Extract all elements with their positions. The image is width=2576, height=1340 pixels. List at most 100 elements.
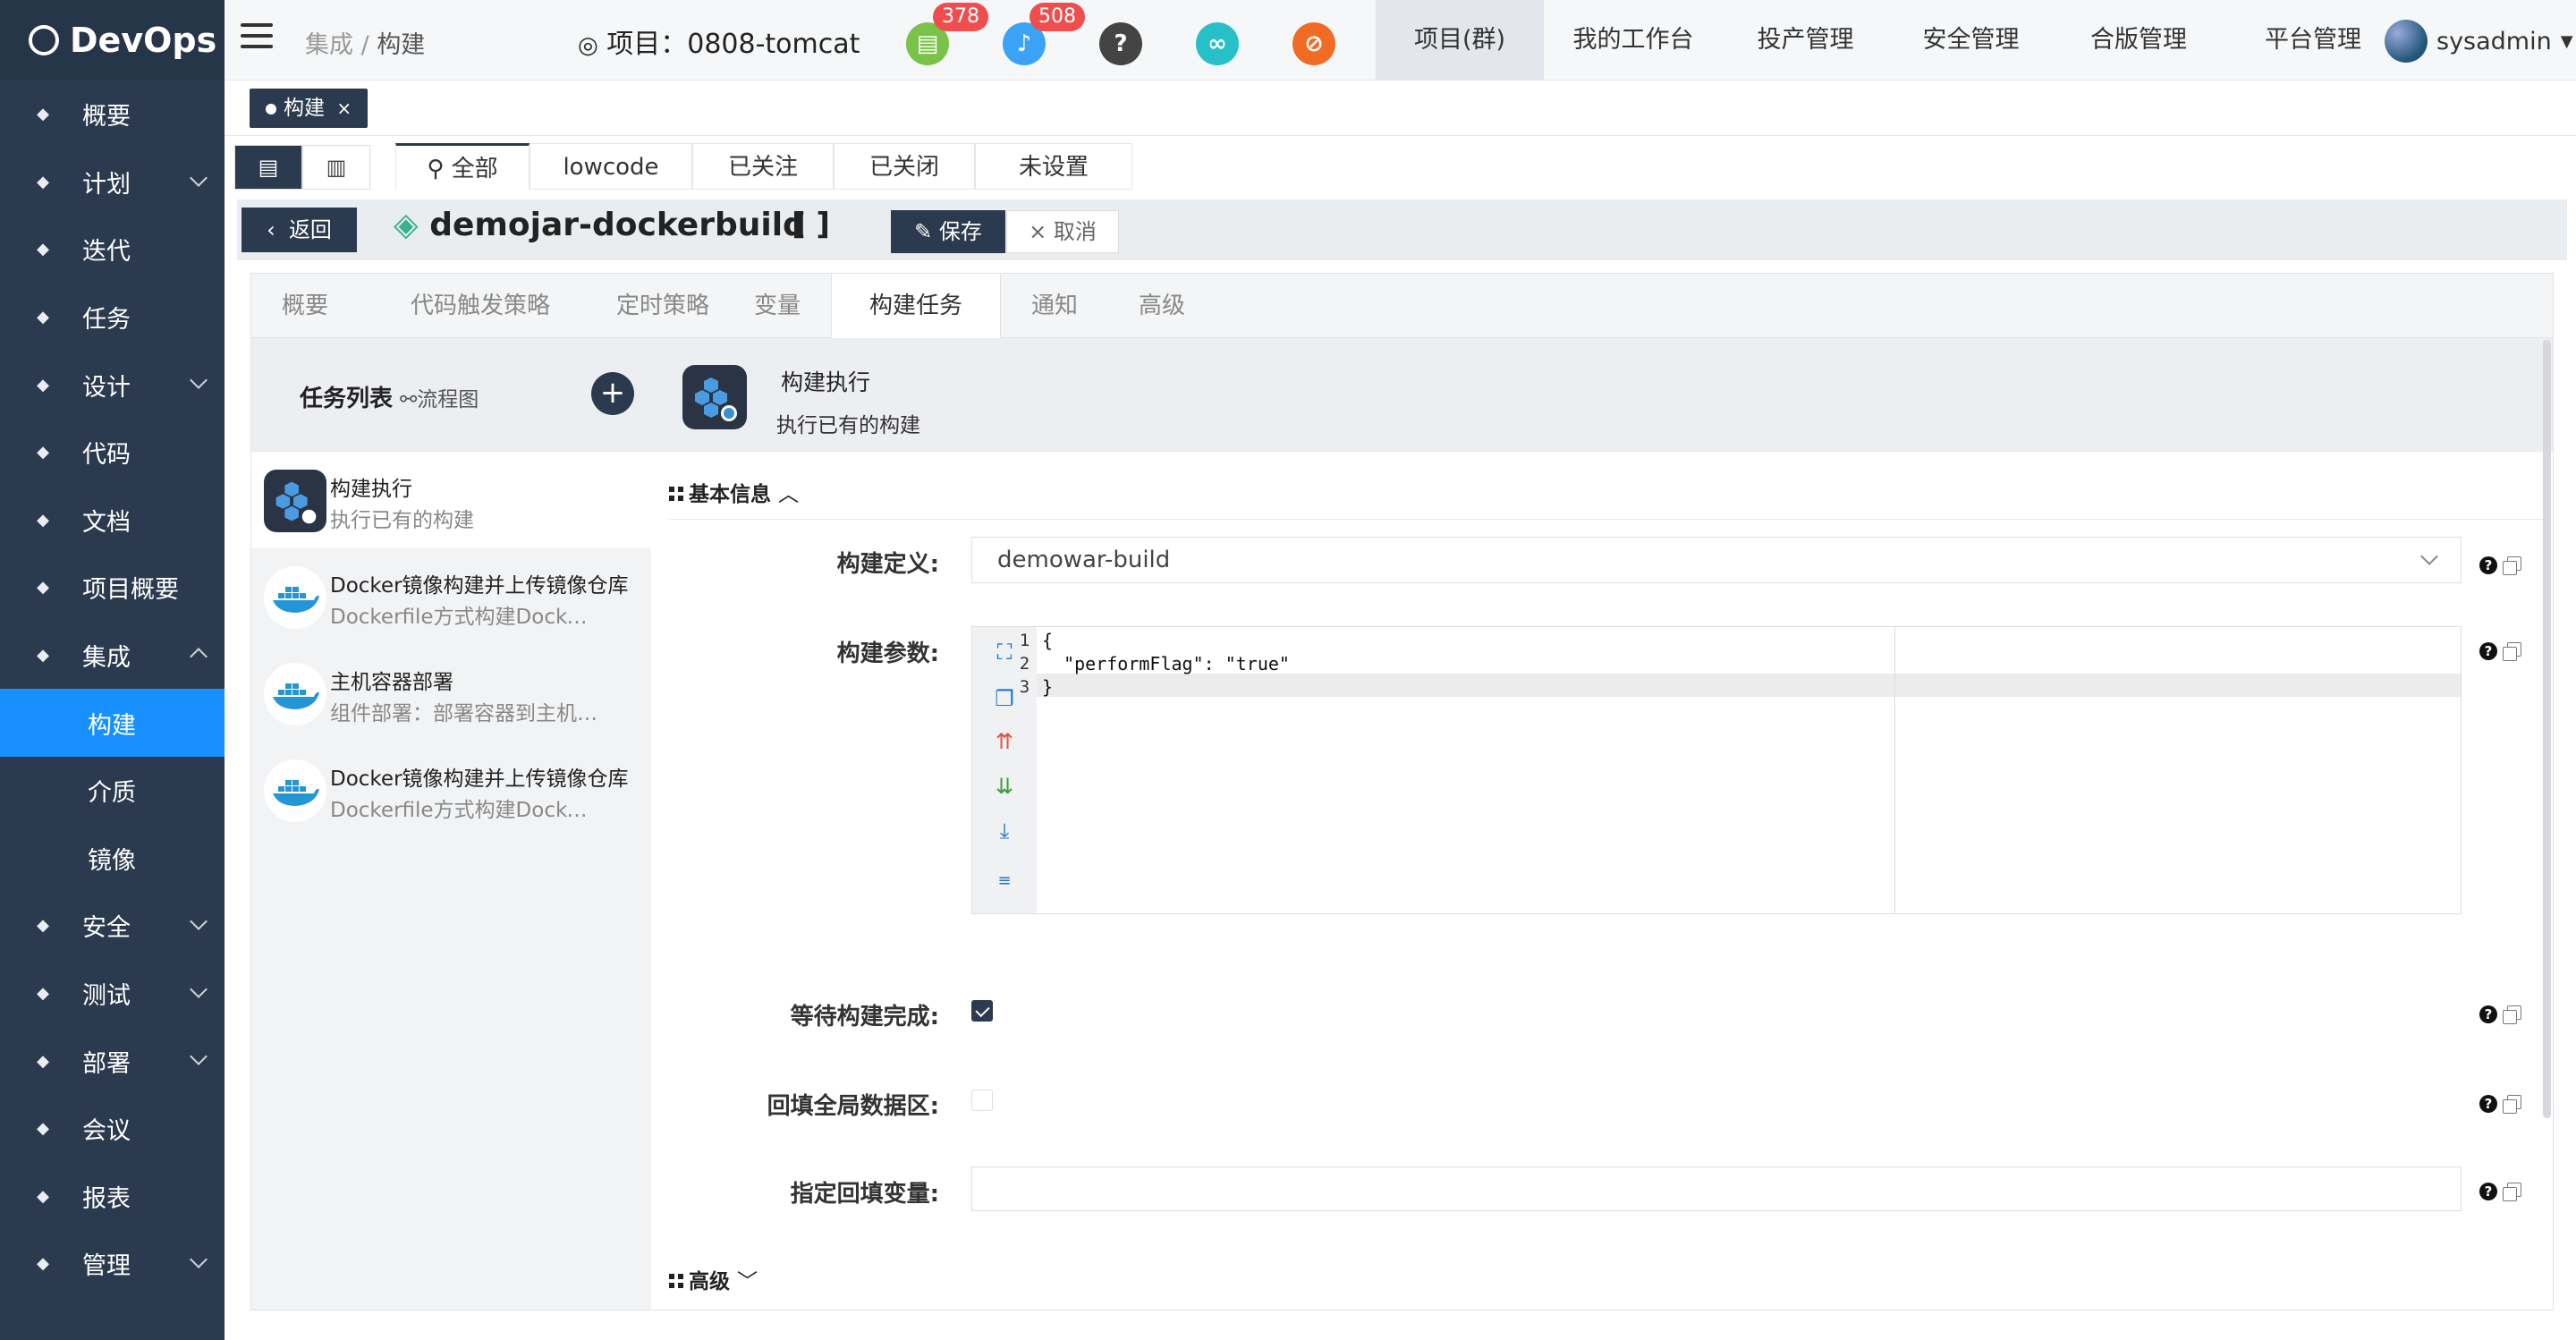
code-icon: ◆: [37, 443, 49, 462]
sidebar-item-11[interactable]: 镜像: [0, 825, 225, 893]
sidebar-item-7[interactable]: ◆ 项目概要: [0, 554, 225, 622]
help-icon[interactable]: ?: [2479, 642, 2497, 660]
sidebar-item-10[interactable]: 介质: [0, 757, 225, 825]
add-task-button[interactable]: +: [591, 372, 634, 415]
build-def-select[interactable]: demowar-build: [971, 537, 2462, 583]
section-tab-1[interactable]: 代码触发策略: [359, 274, 602, 338]
build-def-value: demowar-build: [997, 547, 1171, 573]
sidebar-item-5[interactable]: ◆ 代码: [0, 419, 225, 487]
sidebar-item-label: 计划: [82, 170, 131, 199]
dashboard-icon: ◆: [37, 105, 49, 124]
section-tab-0[interactable]: 概要: [251, 274, 359, 338]
backfill-checkbox[interactable]: [971, 1090, 993, 1111]
sidebar-item-8[interactable]: ◆ 集成: [0, 622, 225, 690]
help-button[interactable]: ?: [1099, 22, 1142, 65]
copy-icon[interactable]: [2503, 642, 2521, 661]
close-icon[interactable]: ×: [336, 98, 352, 119]
sidebar-item-13[interactable]: ◆ 测试: [0, 960, 225, 1028]
app-logo[interactable]: DevOps: [0, 0, 225, 81]
copy-icon[interactable]: [2503, 1095, 2521, 1114]
help-icon[interactable]: ?: [2479, 556, 2497, 574]
flask-icon: ◆: [37, 984, 49, 1004]
iteration-icon: ◆: [37, 240, 49, 259]
sidebar-item-16[interactable]: ◆ 报表: [0, 1163, 225, 1231]
sidebar-item-2[interactable]: ◆ 迭代: [0, 216, 225, 284]
basic-info-section[interactable]: 基本信息 ︿: [669, 477, 799, 507]
link-button[interactable]: ∞: [1196, 22, 1239, 65]
task-desc: Dockerfile方式构建Docker镜像: [330, 606, 598, 629]
top-menu-item-3[interactable]: 安全管理: [1888, 0, 2054, 81]
code-line: "performFlag": "true": [1042, 653, 1290, 674]
sidebar-item-12[interactable]: ◆ 安全: [0, 892, 225, 960]
docs-badge: 378: [933, 3, 988, 31]
docs-button[interactable]: ▤ 378: [906, 3, 988, 65]
advanced-section[interactable]: 高级 ﹀: [669, 1264, 758, 1294]
top-menu-item-5[interactable]: 平台管理: [2224, 0, 2402, 81]
title-bar: ‹ 返回 ◈ demojar-dockerbuild [ ] ✎ 保存 × 取消: [237, 199, 2567, 260]
wait-checkbox[interactable]: [971, 1000, 993, 1022]
chevron-down-icon: [190, 980, 208, 998]
var-input[interactable]: [971, 1166, 2462, 1211]
section-tab-3[interactable]: 变量: [724, 274, 831, 338]
filter-tab-1[interactable]: lowcode: [530, 143, 692, 190]
sidebar-item-3[interactable]: ◆ 任务: [0, 284, 225, 352]
help-icon[interactable]: ?: [2479, 1005, 2497, 1023]
code-content[interactable]: { "performFlag": "true"}: [1042, 629, 1290, 699]
pipeline-expand[interactable]: [ ]: [792, 207, 830, 242]
menu-toggle-icon[interactable]: [241, 23, 273, 48]
save-button[interactable]: ✎ 保存: [891, 210, 1005, 253]
download-icon[interactable]: ⤓: [988, 815, 1021, 847]
top-menu-item-4[interactable]: 合版管理: [2054, 0, 2224, 81]
sidebar-item-9[interactable]: 构建: [0, 689, 225, 757]
flowchart-link[interactable]: ⚯流程图: [400, 388, 479, 411]
sidebar-item-0[interactable]: ◆ 概要: [0, 81, 225, 148]
params-editor[interactable]: ⛶ ❐ ⇈ ⇊ ⤓ ≡ 123 { "performFlag": "true"}: [971, 626, 2462, 914]
top-menu-item-0[interactable]: 项目(群): [1376, 0, 1544, 81]
sidebar-item-17[interactable]: ◆ 管理: [0, 1230, 225, 1298]
notifications-button[interactable]: ♪ 508: [1003, 3, 1085, 65]
task-item[interactable]: Docker镜像构建并上传镜像仓库 Dockerfile方式构建Docker镜像: [251, 548, 651, 645]
copy-icon[interactable]: [2503, 1005, 2521, 1024]
plus-icon: +: [599, 375, 626, 411]
section-tab-4[interactable]: 构建任务: [831, 274, 1001, 339]
help-icon[interactable]: ?: [2479, 1095, 2497, 1113]
scrollbar[interactable]: [2543, 340, 2551, 1118]
filter-tab-0[interactable]: ⚲ 全部: [395, 143, 530, 190]
task-item[interactable]: 构建执行 执行已有的构建: [251, 452, 651, 548]
sidebar-item-14[interactable]: ◆ 部署: [0, 1027, 225, 1095]
section-tab-6[interactable]: 高级: [1108, 274, 1216, 338]
breadcrumb-parent[interactable]: 集成: [305, 31, 353, 59]
open-tab-build[interactable]: 构建 ×: [250, 89, 369, 128]
project-selector[interactable]: ◎ 项目：0808-tomcat: [578, 21, 860, 61]
sidebar-item-label: 文档: [82, 508, 131, 537]
task-item[interactable]: Docker镜像构建并上传镜像仓库 Dockerfile方式构建Docker镜像: [251, 742, 651, 838]
section-tab-2[interactable]: 定时策略: [602, 274, 724, 338]
card-view-button[interactable]: ▥: [302, 145, 370, 190]
filter-tab-3[interactable]: 已关闭: [834, 143, 975, 190]
user-menu[interactable]: sysadmin ▼: [2385, 20, 2573, 63]
flowchart-label: 流程图: [417, 388, 479, 411]
section-tab-5[interactable]: 通知: [1001, 274, 1108, 338]
editor-divider: [1894, 627, 1895, 913]
expand-all-icon[interactable]: ⇊: [988, 770, 1021, 802]
filter-tab-2[interactable]: 已关注: [692, 143, 834, 190]
sidebar-item-1[interactable]: ◆ 计划: [0, 148, 225, 216]
help-icon[interactable]: ?: [2479, 1183, 2497, 1200]
task-name: 主机容器部署: [330, 671, 453, 694]
list-view-button[interactable]: ▤: [234, 145, 302, 190]
top-menu-item-2[interactable]: 投产管理: [1723, 0, 1888, 81]
sidebar-item-4[interactable]: ◆ 设计: [0, 351, 225, 419]
task-item[interactable]: 主机容器部署 组件部署：部署容器到主机环境: [251, 645, 651, 742]
copy-icon[interactable]: [2503, 556, 2521, 575]
bracket-label: [ ]: [792, 207, 830, 242]
copy-icon[interactable]: [2503, 1183, 2521, 1201]
sidebar-item-15[interactable]: ◆ 会议: [0, 1095, 225, 1163]
collapse-all-icon[interactable]: ⇈: [988, 725, 1021, 758]
top-menu-item-1[interactable]: 我的工作台: [1544, 0, 1723, 81]
filter-tab-4[interactable]: 未设置: [975, 143, 1132, 190]
support-button[interactable]: ⊘: [1292, 22, 1335, 65]
cancel-button[interactable]: × 取消: [1006, 210, 1119, 253]
format-code-icon[interactable]: ≡: [988, 865, 1021, 897]
sidebar-item-6[interactable]: ◆ 文档: [0, 487, 225, 555]
back-button[interactable]: ‹ 返回: [242, 208, 357, 252]
